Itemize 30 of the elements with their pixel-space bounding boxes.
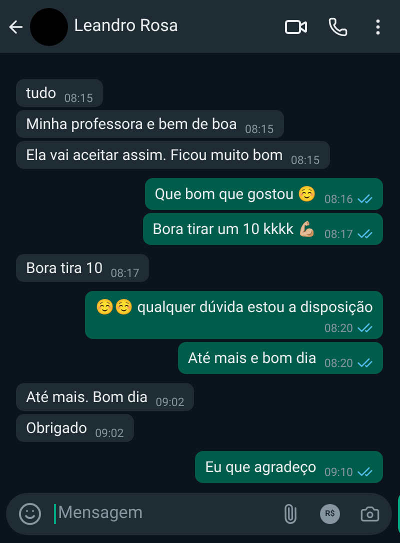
contact-name[interactable]: Leandro Rosa [74, 14, 284, 40]
message-time: 08:16 [324, 191, 353, 207]
message-time: 08:15 [244, 121, 274, 137]
message-text: Minha professora e bem de boa [26, 115, 237, 133]
message-text: tudo [26, 84, 56, 102]
message-text: Até mais e bom dia [188, 349, 316, 367]
message-text: Que bom que gostou ☺ [154, 185, 316, 203]
camera-icon[interactable] [360, 504, 380, 524]
message-text: Bora tirar um 10 kkkk 💪🏼 [152, 220, 316, 238]
message-time: 09:02 [156, 394, 184, 410]
message-time: 09:10 [324, 464, 353, 480]
message-time: 09:02 [95, 425, 124, 441]
message-time: 08:20 [324, 355, 353, 371]
message-time: 08:15 [64, 90, 93, 106]
message-text: Até mais. Bom dia [26, 388, 148, 406]
message-text: Obrigado [26, 419, 88, 437]
message-input-bar[interactable]: Mensagem R$ [6, 493, 392, 535]
message-time: 08:20 [324, 320, 353, 336]
message-text: ☺☺ qualquer dúvida estou a disposição [95, 298, 373, 316]
phone-call-icon[interactable] [328, 16, 348, 36]
message-time: 08:17 [324, 226, 353, 242]
message-text: Bora tira 10 [26, 259, 103, 277]
message-time: 08:17 [110, 265, 140, 281]
payment-button[interactable]: R$ [320, 504, 340, 524]
message-text: Eu que agradeço [205, 458, 316, 476]
text-cursor [54, 504, 56, 524]
message-time: 08:15 [290, 152, 320, 168]
message-text: Ela vai aceitar assim. Ficou muito bom [26, 146, 283, 164]
emoji-icon[interactable] [18, 502, 42, 526]
message-field[interactable]: Mensagem [58, 501, 280, 527]
